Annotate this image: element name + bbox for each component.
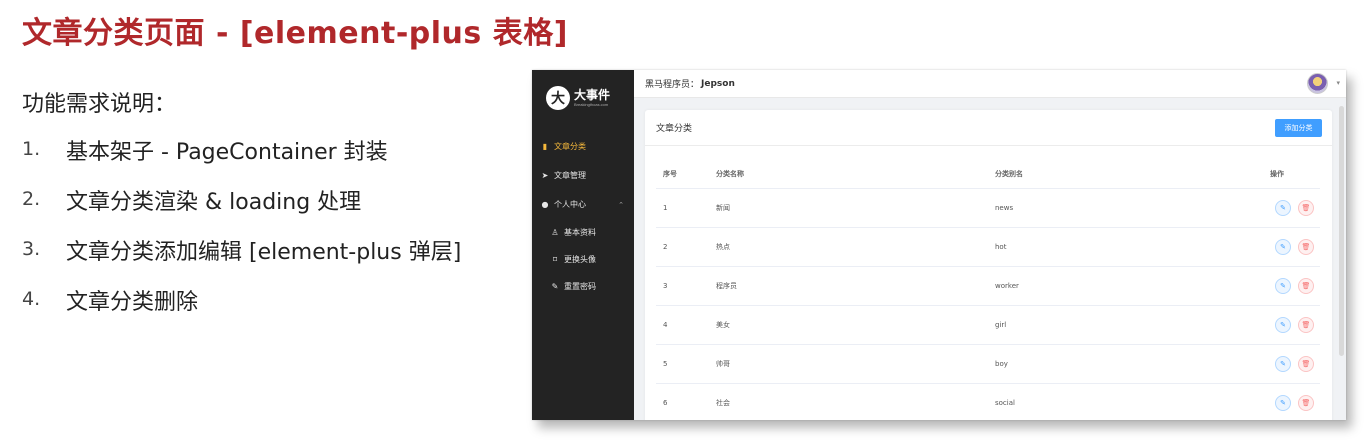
scrollbar[interactable] (1339, 106, 1344, 356)
requirements-heading: 功能需求说明： (22, 92, 177, 117)
cell-actions: ✎ 🗑 (1269, 384, 1320, 420)
cell-alias: news (995, 204, 1014, 212)
category-table: 序号 分类名称 分类别名 操作 1 新闻 news ✎ 🗑 2 热点 hot ✎ (656, 160, 1320, 420)
requirement-item: 3. 文章分类添加编辑 [element-plus 弹层] (22, 234, 461, 284)
delete-icon[interactable]: 🗑 (1298, 395, 1314, 411)
sidebar-item-label: 更换头像 (564, 255, 596, 264)
sidebar-item-reset-password[interactable]: ✎ 重置密码 (532, 273, 634, 300)
cell-name: 社会 (716, 399, 730, 407)
requirement-number: 3. (22, 238, 41, 260)
cell-name: 新闻 (716, 204, 730, 212)
delete-icon[interactable]: 🗑 (1298, 317, 1314, 333)
requirement-text: 文章分类渲染 & loading 处理 (66, 190, 362, 215)
requirements-list: 1. 基本架子 - PageContainer 封装 2. 文章分类渲染 & l… (22, 134, 461, 334)
requirement-number: 2. (22, 188, 41, 210)
cell-actions: ✎ 🗑 (1269, 306, 1320, 344)
table-row: 5 帅哥 boy ✎ 🗑 (656, 345, 1320, 384)
requirement-item: 4. 文章分类删除 (22, 284, 461, 334)
cell-actions: ✎ 🗑 (1269, 228, 1320, 266)
avatar[interactable] (1307, 73, 1328, 94)
user-icon: ● (541, 200, 549, 209)
sidebar-item-change-avatar[interactable]: ⌑ 更换头像 (532, 246, 634, 273)
add-category-button[interactable]: 添加分类 (1275, 119, 1322, 137)
sidebar-item-label: 重置密码 (564, 282, 596, 291)
caret-down-icon[interactable]: ▾ (1336, 79, 1340, 87)
column-header-actions: 操作 (1270, 170, 1284, 178)
edit-pen-icon: ✎ (551, 282, 559, 291)
column-header-alias: 分类别名 (995, 170, 1023, 178)
app-screenshot: 大 大事件 Breakingthoas.com ▮ 文章分类 ➤ 文章管理 ● … (532, 70, 1346, 420)
sidebar: 大 大事件 Breakingthoas.com ▮ 文章分类 ➤ 文章管理 ● … (532, 70, 634, 420)
requirement-item: 2. 文章分类渲染 & loading 处理 (22, 184, 461, 234)
topbar-username: Jepson (701, 78, 735, 89)
cell-index: 1 (663, 204, 668, 212)
cell-actions: ✎ 🗑 (1269, 267, 1320, 305)
sidebar-item-article-category[interactable]: ▮ 文章分类 (532, 132, 634, 161)
requirement-text: 文章分类删除 (66, 290, 199, 315)
cell-name: 美女 (716, 321, 730, 329)
sidebar-item-article-manage[interactable]: ➤ 文章管理 (532, 161, 634, 190)
category-card: 文章分类 添加分类 序号 分类名称 分类别名 操作 1 新闻 news ✎ 🗑 … (645, 110, 1332, 420)
table-header-row: 序号 分类名称 分类别名 操作 (656, 160, 1320, 189)
delete-icon[interactable]: 🗑 (1298, 200, 1314, 216)
slide-title: 文章分类页面 - [element-plus 表格] (22, 16, 568, 51)
delete-icon[interactable]: 🗑 (1298, 356, 1314, 372)
edit-icon[interactable]: ✎ (1275, 200, 1291, 216)
sidebar-item-label: 基本资料 (564, 228, 596, 237)
edit-icon[interactable]: ✎ (1275, 317, 1291, 333)
sidebar-item-basic-profile[interactable]: ♙ 基本资料 (532, 219, 634, 246)
crop-icon: ⌑ (552, 255, 558, 264)
cell-name: 程序员 (716, 282, 737, 290)
topbar-prefix: 黑马程序员： (645, 80, 700, 90)
edit-icon[interactable]: ✎ (1275, 239, 1291, 255)
logo-name: 大事件 (574, 87, 611, 102)
edit-icon[interactable]: ✎ (1275, 278, 1291, 294)
topbar: 黑马程序员： Jepson ▾ (634, 70, 1346, 98)
column-header-name: 分类名称 (716, 170, 744, 178)
cell-alias: social (995, 399, 1015, 407)
card-header: 文章分类 添加分类 (645, 110, 1332, 146)
sidebar-item-label: 文章管理 (554, 171, 586, 180)
logo: 大 大事件 Breakingthoas.com (546, 86, 610, 110)
user-outline-icon: ♙ (551, 228, 559, 237)
requirement-item: 1. 基本架子 - PageContainer 封装 (22, 134, 461, 184)
folder-icon: ▮ (542, 142, 548, 151)
column-header-index: 序号 (663, 170, 677, 178)
cell-alias: girl (995, 321, 1007, 329)
cell-index: 6 (663, 399, 668, 407)
cell-name: 帅哥 (716, 360, 730, 368)
send-icon: ➤ (541, 171, 549, 180)
cell-index: 4 (663, 321, 668, 329)
cell-index: 2 (663, 243, 668, 251)
delete-icon[interactable]: 🗑 (1298, 278, 1314, 294)
table-row: 2 热点 hot ✎ 🗑 (656, 228, 1320, 267)
table-row: 3 程序员 worker ✎ 🗑 (656, 267, 1320, 306)
cell-actions: ✎ 🗑 (1269, 345, 1320, 383)
delete-icon[interactable]: 🗑 (1298, 239, 1314, 255)
table-row: 6 社会 social ✎ 🗑 (656, 384, 1320, 420)
cell-name: 热点 (716, 243, 730, 251)
sidebar-item-label: 个人中心 (554, 200, 586, 209)
chevron-up-icon: ⌃ (618, 200, 624, 209)
cell-alias: hot (995, 243, 1007, 251)
edit-icon[interactable]: ✎ (1275, 395, 1291, 411)
requirement-text: 基本架子 - PageContainer 封装 (66, 140, 388, 165)
cell-alias: worker (995, 282, 1019, 290)
requirement-text: 文章分类添加编辑 [element-plus 弹层] (66, 240, 462, 265)
requirement-number: 4. (22, 288, 41, 310)
sidebar-item-label: 文章分类 (554, 142, 586, 151)
logo-subtitle: Breakingthoas.com (574, 101, 609, 107)
sidebar-item-personal-center[interactable]: ● 个人中心 ⌃ (532, 190, 634, 219)
table-row: 1 新闻 news ✎ 🗑 (656, 189, 1320, 228)
cell-alias: boy (995, 360, 1008, 368)
cell-index: 3 (663, 282, 668, 290)
logo-mark: 大 (546, 86, 570, 110)
sidebar-menu: ▮ 文章分类 ➤ 文章管理 ● 个人中心 ⌃ ♙ 基本资料 ⌑ 更换头像 ✎ 重… (532, 132, 634, 300)
cell-index: 5 (663, 360, 668, 368)
table-row: 4 美女 girl ✎ 🗑 (656, 306, 1320, 345)
edit-icon[interactable]: ✎ (1275, 356, 1291, 372)
requirement-number: 1. (22, 138, 41, 160)
cell-actions: ✎ 🗑 (1269, 189, 1320, 227)
card-title: 文章分类 (656, 124, 693, 134)
